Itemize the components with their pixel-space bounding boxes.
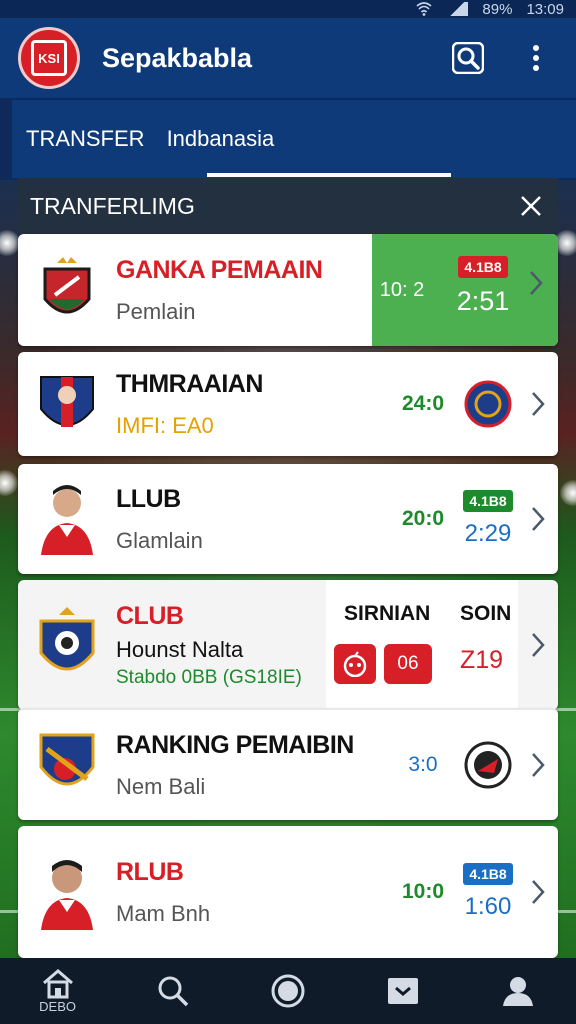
rating-badge: 4.1B8 xyxy=(463,490,513,512)
list-item[interactable]: RLUB Mam Bnh 10:0 4.1B8 1:60 xyxy=(18,826,558,958)
nav-inbox[interactable] xyxy=(368,958,438,1024)
row-time: 1:60 xyxy=(464,893,512,920)
club-crest-icon xyxy=(43,257,91,314)
row-score: 10: 2 xyxy=(379,278,425,301)
row-subtitle: Mam Bnh xyxy=(116,900,211,926)
club-logo-icon xyxy=(464,380,512,428)
rating-badge: 4.1B8 xyxy=(463,863,513,885)
value-button[interactable]: 06 xyxy=(384,644,432,684)
column-label: SOIN xyxy=(460,602,512,625)
row-title: CLUB xyxy=(116,601,184,630)
nav-home[interactable]: DEBO xyxy=(23,958,93,1024)
row-score: 24:0 xyxy=(401,392,445,415)
club-crest-icon xyxy=(40,376,94,427)
player-avatar-icon xyxy=(41,860,93,930)
inbox-icon xyxy=(388,978,419,1004)
row-detail: Stabdo 0BB (GS18IE) xyxy=(116,666,302,688)
player-avatar-icon xyxy=(41,485,93,555)
row-score: 10:0 xyxy=(401,880,445,903)
chevron-right-icon xyxy=(518,879,558,905)
row-title: THMRAAIAN xyxy=(116,369,263,398)
chevron-right-icon xyxy=(518,506,558,532)
signal-icon xyxy=(446,2,469,16)
close-button[interactable] xyxy=(516,191,546,221)
action-button[interactable] xyxy=(334,644,376,684)
alien-icon xyxy=(343,651,367,677)
list-item[interactable]: CLUB Hounst Nalta Stabdo 0BB (GS18IE) SI… xyxy=(18,580,558,710)
row-subtitle: IMFI: EA0 xyxy=(116,412,214,438)
chevron-right-icon xyxy=(518,632,558,658)
tab-bar: TRANSFER Indbanasia xyxy=(12,98,576,178)
row-subtitle: Nem Bali xyxy=(116,773,206,799)
chevron-right-icon xyxy=(518,752,558,778)
column-label: SIRNIAN xyxy=(344,602,431,625)
nav-search[interactable] xyxy=(138,958,208,1024)
row-title: RANKING PEMAIBIN xyxy=(116,730,354,759)
logo-mark: KSI xyxy=(31,40,67,76)
row-subtitle: Hounst Nalta xyxy=(116,636,244,662)
chevron-right-icon xyxy=(516,270,556,296)
battery-level: 89% xyxy=(482,0,513,18)
more-menu-button[interactable] xyxy=(514,36,558,80)
club-crest-icon xyxy=(39,733,95,786)
status-bar: 89% 13:09 xyxy=(0,0,576,18)
row-subtitle: Glamlain xyxy=(116,527,203,553)
chevron-right-icon xyxy=(518,391,558,417)
row-time: 2:29 xyxy=(464,520,512,547)
tab-indbanasia[interactable]: Indbanasia xyxy=(167,99,450,179)
tab-transfer[interactable]: TRANSFER xyxy=(26,99,145,179)
list-item[interactable]: LLUB Glamlain 20:0 4.1B8 2:29 xyxy=(18,464,558,574)
panel-title: TRANFERLIMG xyxy=(30,192,195,219)
list-item[interactable]: THMRAAIAN IMFI: EA0 24:0 xyxy=(18,352,558,456)
wifi-icon xyxy=(416,2,432,16)
profile-icon xyxy=(503,977,534,1006)
club-logo-icon xyxy=(464,741,512,789)
rating-badge: 4.1B8 xyxy=(458,256,508,278)
home-icon xyxy=(42,968,73,998)
list-item[interactable]: RANKING PEMAIBIN Nem Bali 3:0 xyxy=(18,708,558,820)
more-vertical-icon xyxy=(533,45,539,71)
row-title: LLUB xyxy=(116,484,181,513)
row-title: RLUB xyxy=(116,857,184,886)
search-icon xyxy=(452,42,484,74)
search-button[interactable] xyxy=(446,36,490,80)
list-item[interactable]: GANKA PEMAAIN Pemlain 10: 2 4.1B8 2:51 xyxy=(18,234,558,346)
app-logo[interactable]: KSI xyxy=(18,27,80,89)
circle-icon xyxy=(271,974,305,1008)
clock: 13:09 xyxy=(526,0,564,18)
app-title: Sepakbabla xyxy=(102,42,253,73)
row-score: 20:0 xyxy=(401,507,445,530)
close-icon xyxy=(521,196,541,216)
nav-profile[interactable] xyxy=(483,958,553,1024)
search-icon xyxy=(158,976,189,1007)
row-time: 2:51 xyxy=(456,286,510,316)
panel-header: TRANFERLIMG xyxy=(18,178,558,234)
bottom-nav: DEBO xyxy=(0,958,576,1024)
row-time: Z19 xyxy=(460,646,504,674)
club-crest-icon xyxy=(39,607,95,671)
nav-center[interactable] xyxy=(253,958,323,1024)
app-bar: KSI Sepakbabla xyxy=(0,18,576,98)
nav-label: DEBO xyxy=(39,998,77,1014)
row-score: 3:0 xyxy=(408,753,438,776)
